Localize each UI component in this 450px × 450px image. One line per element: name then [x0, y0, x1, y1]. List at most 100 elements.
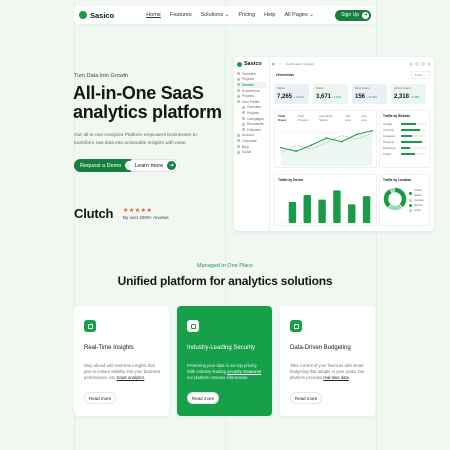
feature-card-industry-leading-security: Industry-Leading Security Protecting you… — [177, 306, 272, 416]
menu-icon — [237, 150, 240, 154]
menu-icon — [237, 100, 240, 104]
nav-pricing[interactable]: Pricing — [238, 12, 255, 18]
menu-icon — [237, 133, 240, 137]
sidebar-item-label: Member — [242, 82, 255, 87]
website-traffic-track — [401, 129, 426, 131]
website-name: Pinterest — [383, 140, 395, 144]
feature-description: Take control of your finances with smart… — [290, 363, 365, 380]
sidebar-toggle-icon[interactable]: ▦ — [272, 62, 275, 66]
read-more-button[interactable]: Read more — [187, 392, 219, 404]
nav-solutions[interactable]: Solutions ⌄ — [201, 12, 230, 18]
chevron-down-icon: ⌄ — [224, 12, 230, 18]
legend-dot — [409, 191, 412, 195]
website-traffic-track — [401, 153, 426, 155]
device-bar — [318, 199, 326, 223]
traffic-location-donut — [383, 187, 407, 211]
hero-eyebrow: Turn Data Into Growth — [74, 73, 129, 79]
learn-more-button[interactable]: Learn more ➜ — [128, 159, 180, 172]
menu-icon — [242, 128, 245, 132]
nav-features[interactable]: Features — [170, 12, 192, 18]
star-icon[interactable]: ☆ — [279, 62, 282, 66]
device-bar — [303, 195, 311, 223]
users-line-chart-card: Total Users Total Projects Operating Sta… — [274, 110, 377, 168]
device-bar — [348, 204, 356, 223]
clutch-logo: Clutch — [74, 206, 114, 221]
section-eyebrow: Managed in One Place — [197, 263, 253, 269]
nav-all-pages[interactable]: All Pages ⌄ — [284, 12, 313, 18]
location-legend-item: United States — [409, 188, 429, 198]
logo-icon — [79, 11, 87, 19]
legend-label: Other — [414, 208, 421, 212]
request-demo-button[interactable]: Request a Demo ➜ — [74, 159, 137, 172]
this-year-point — [295, 150, 298, 153]
dashboard-topbar: ▦ ☆ Dashboards / Default — [272, 60, 431, 67]
budget-icon — [290, 320, 302, 332]
top-navbar: Sasico Home Features Solutions ⌄ Pricing… — [74, 6, 376, 24]
history-icon[interactable] — [427, 61, 431, 66]
sidebar-item-label: Projects — [242, 94, 254, 99]
traffic-by-location-card: Traffic by Location United States Canada M… — [379, 174, 430, 226]
clock-icon — [84, 320, 96, 332]
sidebar-item[interactable]: Social — [237, 149, 266, 155]
website-name: Twitter — [383, 152, 392, 156]
section-title: Unified platform for analytics solutions — [117, 274, 333, 288]
legend-dot — [409, 204, 412, 207]
kpi-active-users: Active Users 2,318 +6.08% — [391, 84, 426, 104]
sidebar-item-label: Projects — [242, 77, 254, 82]
bell-icon[interactable] — [421, 61, 425, 66]
sidebar-item-label: Projects — [247, 110, 259, 115]
traffic-location-title: Traffic by Location — [383, 178, 412, 182]
traffic-website-row: Twitter — [383, 151, 426, 157]
menu-icon — [237, 72, 240, 76]
website-traffic-bar — [401, 153, 415, 155]
feature-title: Real-Time Insights — [84, 345, 134, 351]
signup-button[interactable]: Sign Up ➜ — [335, 9, 371, 21]
website-traffic-track — [401, 135, 426, 137]
nav-home[interactable]: Home — [146, 12, 161, 18]
traffic-by-website-card: Traffic by Website Google YouTube Instagra… — [379, 110, 430, 168]
sun-icon[interactable] — [415, 61, 419, 66]
menu-icon — [242, 122, 245, 126]
kpi-visits: Visits 3,671 -0.03% — [313, 84, 348, 104]
dashboard-sidebar: Sasico Overview Projects Member Ecommerce Pr… — [234, 57, 270, 231]
feature-link[interactable]: real-time data — [323, 375, 349, 380]
legend-label: United States — [413, 188, 422, 197]
arrow-right-icon: ➜ — [167, 161, 177, 170]
date-filter[interactable]: Today ⌄ — [410, 71, 430, 79]
search-icon[interactable] — [409, 61, 413, 66]
kpi-views: Views 7,265 +11.01% — [274, 84, 309, 104]
device-bar — [288, 202, 297, 223]
website-traffic-bar — [401, 147, 410, 149]
feature-link[interactable]: security measures — [227, 369, 261, 374]
feature-link[interactable]: SaaS analytics — [117, 375, 145, 380]
website-name: YouTube — [383, 128, 394, 132]
legend-dot — [409, 209, 412, 212]
this-year-point — [310, 144, 313, 147]
website-traffic-track — [401, 123, 426, 125]
learn-more-label: Learn more — [135, 162, 164, 169]
nav-help[interactable]: Help — [264, 12, 275, 18]
sidebar-item-label: Overview — [242, 71, 256, 76]
feature-title: Industry-Leading Security — [187, 345, 256, 351]
dashboard-topbar-icons — [409, 61, 431, 66]
hero-title: All-in-One SaaS analytics platform — [73, 84, 223, 122]
dashboard-breadcrumb: Dashboards / Default — [285, 61, 314, 66]
menu-icon — [237, 83, 240, 87]
feature-description: Protecting your data is our top priority… — [187, 363, 262, 380]
sidebar-item-label: User Profile — [242, 99, 260, 104]
website-traffic-bar — [401, 129, 420, 131]
sidebar-item-label: Corporate — [242, 138, 257, 143]
dashboard-preview: Sasico Overview Projects Member Ecommerce Pr… — [234, 57, 434, 231]
sidebar-item-label: Social — [242, 150, 251, 155]
feature-card-data-driven-budgeting: Data-Driven Budgeting Take control of yo… — [280, 306, 375, 416]
device-bar — [362, 196, 371, 223]
menu-icon — [237, 77, 240, 81]
read-more-button[interactable]: Read more — [84, 392, 116, 404]
shield-icon — [187, 320, 199, 332]
hero-description: Our all-in-one Analytics Platform empowe… — [74, 133, 197, 146]
site-logo[interactable]: Sasico — [79, 11, 114, 20]
menu-icon — [242, 111, 245, 115]
read-more-button[interactable]: Read more — [290, 392, 322, 404]
feature-title: Data-Driven Budgeting — [290, 345, 351, 351]
main-menu: Home Features Solutions ⌄ Pricing Help A… — [146, 12, 314, 18]
